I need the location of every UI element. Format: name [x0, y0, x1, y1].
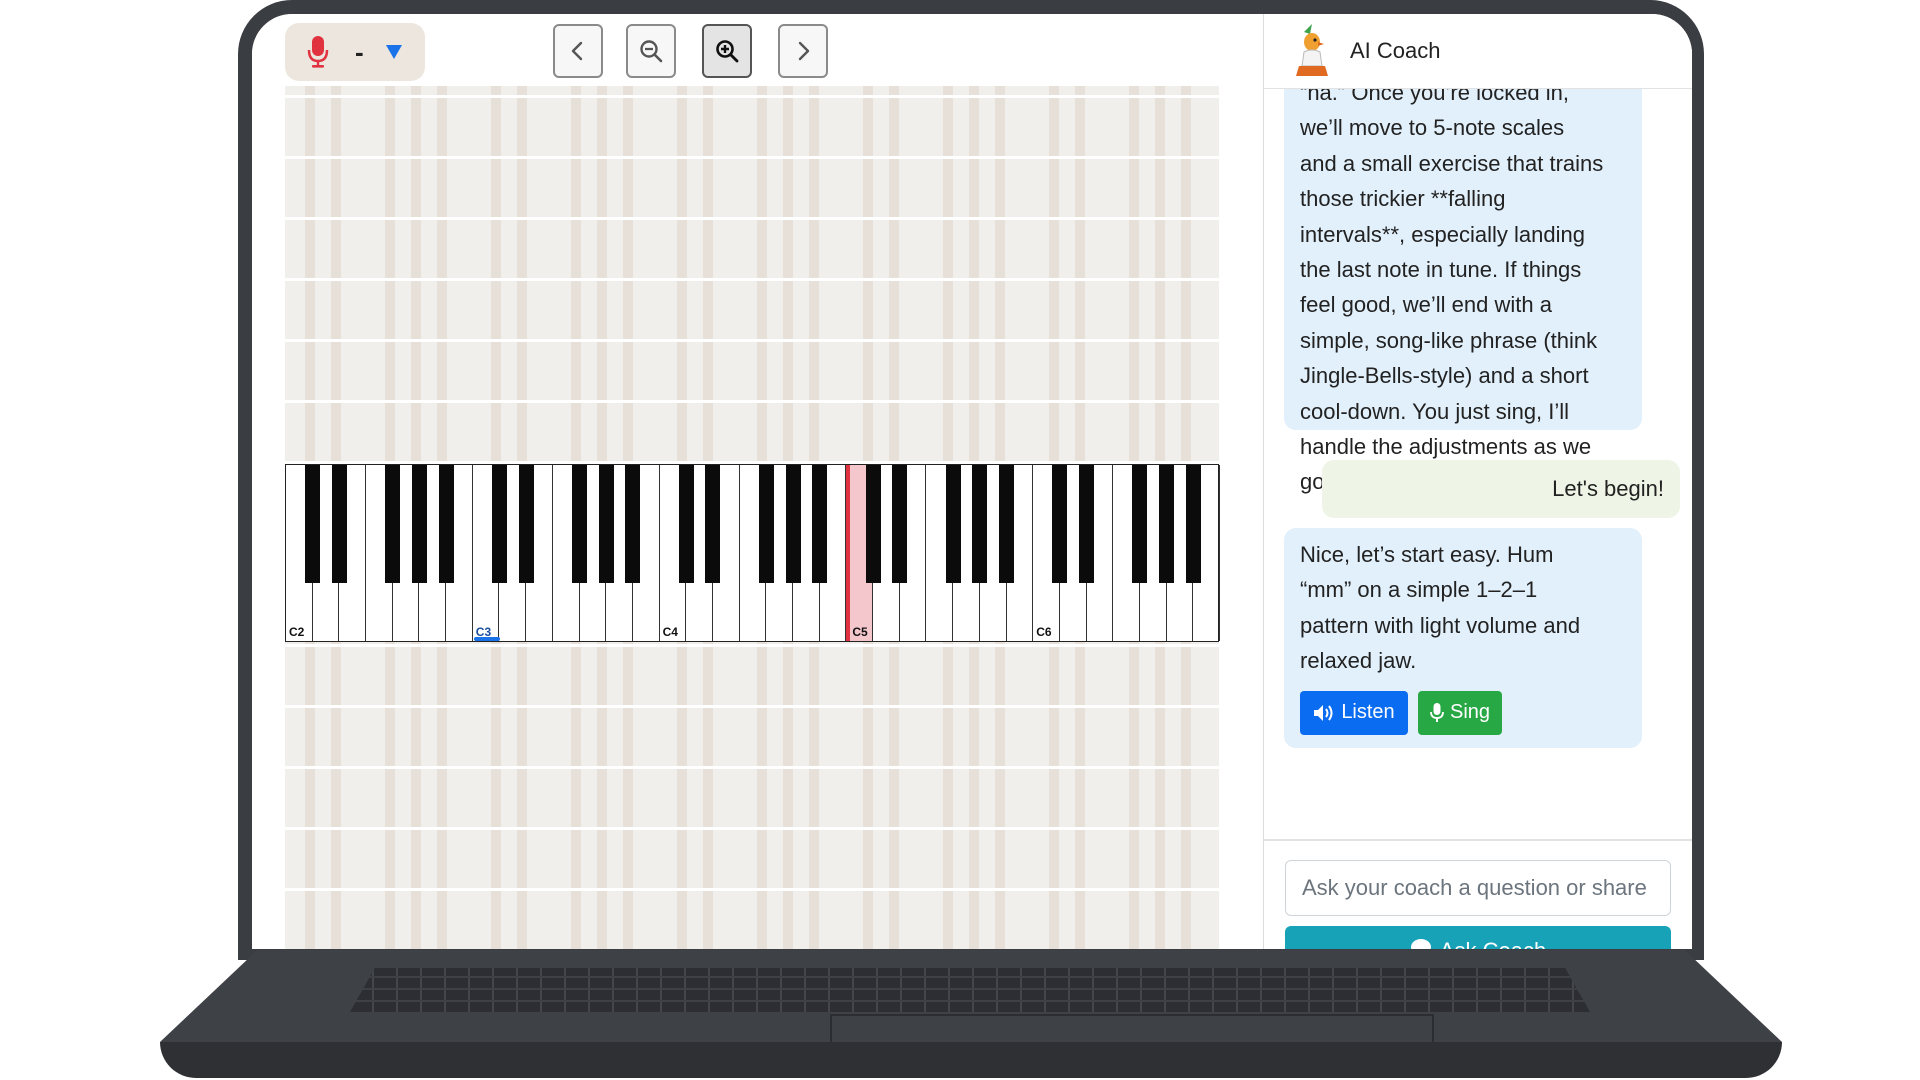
chat-messages: “ha.” Once you’re locked in, we’ll move …: [1264, 89, 1692, 812]
zoom-in-button[interactable]: [702, 24, 752, 78]
chat-input[interactable]: [1285, 860, 1671, 916]
black-key-D#4[interactable]: [705, 465, 721, 583]
message-line: intervals**, especially landing: [1300, 221, 1585, 247]
black-key-F#2[interactable]: [385, 465, 401, 583]
laptop-trackpad: [830, 1014, 1434, 1044]
microphone-icon: [307, 36, 329, 68]
zoom-out-icon: [640, 40, 663, 63]
chat-bubble-icon: [1410, 939, 1431, 949]
octave-label-c4: C4: [662, 625, 678, 639]
chat-header: AI Coach: [1264, 14, 1692, 89]
black-key-F#3[interactable]: [572, 465, 588, 583]
black-key-A#5[interactable]: [999, 465, 1014, 583]
sing-label: Sing: [1449, 701, 1491, 724]
speaker-icon: [1314, 705, 1333, 721]
sing-button[interactable]: Sing: [1418, 691, 1502, 735]
coach-avatar-icon: [1296, 24, 1328, 76]
black-key-G#6[interactable]: [1159, 465, 1175, 583]
black-key-C#4[interactable]: [678, 465, 694, 583]
message-line: cool-down. You just sing, I’ll: [1300, 398, 1570, 424]
black-key-F#6[interactable]: [1132, 465, 1148, 583]
user-message: Let's begin!: [1322, 460, 1680, 518]
black-key-G#5[interactable]: [972, 465, 988, 583]
previous-button[interactable]: [553, 24, 603, 78]
message-line: we’ll move to 5-note scales: [1300, 115, 1565, 141]
black-key-C#3[interactable]: [491, 465, 507, 583]
black-key-G#3[interactable]: [598, 465, 614, 583]
input-divider: [1264, 839, 1692, 841]
chat-title: AI Coach: [1350, 38, 1441, 63]
black-key-D#6[interactable]: [1079, 465, 1095, 583]
black-key-A#6[interactable]: [1185, 465, 1201, 583]
ask-coach-button[interactable]: Ask Coach: [1285, 926, 1671, 949]
next-button[interactable]: [778, 24, 828, 78]
laptop-keyboard: [350, 968, 1590, 1012]
black-key-F#5[interactable]: [945, 465, 961, 583]
octave-label-c2: C2: [289, 625, 305, 639]
black-key-F#4[interactable]: [758, 465, 774, 583]
piano-keyboard[interactable]: C2 C3 C4 C5 C6: [285, 464, 1220, 642]
zoom-in-icon: [716, 40, 739, 63]
mic-control[interactable]: -: [285, 23, 425, 81]
listen-label: Listen: [1341, 701, 1395, 724]
black-key-G#4[interactable]: [785, 465, 801, 583]
listen-button[interactable]: Listen: [1300, 691, 1408, 735]
chevron-left-icon: [571, 41, 583, 61]
black-key-D#2[interactable]: [331, 465, 347, 583]
black-key-A#3[interactable]: [625, 465, 641, 583]
black-key-C#5[interactable]: [865, 465, 881, 583]
app-screen: - C2 C3 C4 C5 C6 AI Coach “ha.” Once you…: [252, 14, 1692, 949]
black-key-G#2[interactable]: [411, 465, 427, 583]
black-key-C#2[interactable]: [305, 465, 321, 583]
pitch-readout: -: [355, 36, 364, 67]
message-line: the last note in tune. If things: [1300, 257, 1582, 283]
message-line: “mm” on a simple 1–2–1: [1300, 577, 1538, 603]
octave-label-c5: C5: [852, 625, 868, 639]
message-line: Nice, let’s start easy. Hum: [1300, 542, 1554, 567]
black-key-A#2[interactable]: [438, 465, 454, 583]
coach-message: “ha.” Once you’re locked in, we’ll move …: [1284, 89, 1642, 494]
microphone-icon: [1430, 703, 1444, 722]
black-key-D#5[interactable]: [892, 465, 908, 583]
selected-key-indicator: [473, 637, 500, 641]
message-line: pattern with light volume and: [1300, 612, 1581, 638]
ask-coach-label: Ask Coach: [1440, 938, 1546, 949]
current-pitch-marker: [846, 465, 851, 641]
ai-coach-panel: AI Coach “ha.” Once you’re locked in, we…: [1263, 14, 1692, 949]
message-line: relaxed jaw.: [1300, 648, 1417, 674]
black-key-A#4[interactable]: [812, 465, 828, 583]
message-line: and a small exercise that trains: [1300, 150, 1604, 176]
black-key-C#6[interactable]: [1052, 465, 1068, 583]
laptop-front-edge: [160, 1042, 1782, 1078]
chevron-right-icon: [798, 41, 810, 61]
black-key-D#3[interactable]: [518, 465, 534, 583]
laptop-base: [160, 950, 1782, 1080]
message-line: those trickier **falling: [1300, 186, 1506, 212]
octave-label-c6: C6: [1036, 625, 1052, 639]
piano-roll-pane: - C2 C3 C4 C5 C6: [252, 14, 1263, 949]
message-line: feel good, we’ll end with a: [1300, 292, 1552, 318]
message-line: Jingle-Bells-style) and a short: [1300, 363, 1589, 389]
zoom-out-button[interactable]: [626, 24, 676, 78]
message-line: simple, song-like phrase (think: [1300, 327, 1598, 353]
coach-message: Nice, let’s start easy. Hum “mm” on a si…: [1284, 528, 1642, 748]
message-line: “ha.” Once you’re locked in,: [1300, 89, 1570, 105]
dropdown-arrow-icon[interactable]: [385, 45, 402, 59]
